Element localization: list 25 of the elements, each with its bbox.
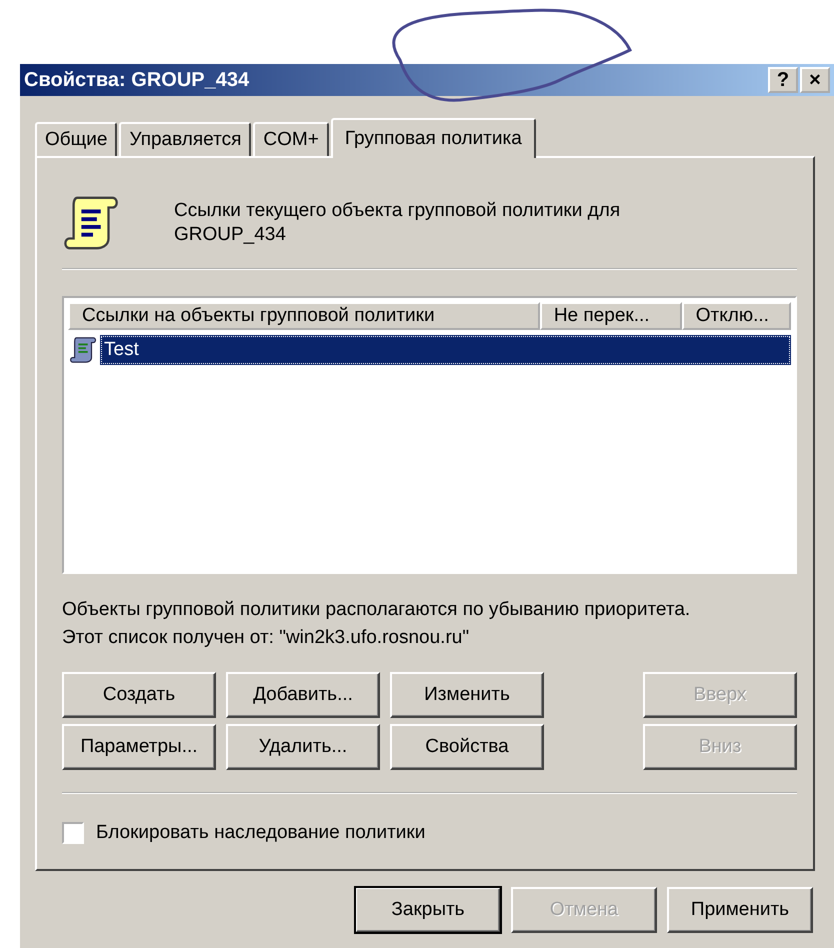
button[interactable]: Изменить [390,672,544,718]
button[interactable]: Удалить... [226,724,380,770]
header-text: Ссылки текущего объекта групповой политики для GROUP_434 [174,199,622,247]
tab[interactable]: COM+ [253,122,329,156]
button[interactable]: Закрыть [355,887,501,933]
window-title: Свойства: GROUP_434 [24,68,250,92]
column-header[interactable]: Не перек... [540,302,682,330]
title-bar-button[interactable]: × [800,67,830,93]
button[interactable]: Добавить... [226,672,380,718]
checkbox-label[interactable]: Блокировать наследование политики [96,822,426,844]
list-item[interactable]: Test [100,335,791,365]
checkbox[interactable] [62,822,84,844]
column-header[interactable]: Ссылки на объекты групповой политики [68,302,540,330]
tab[interactable]: Групповая политика [330,118,536,158]
column-header[interactable]: Отклю... [682,302,791,330]
tab[interactable]: Управляется [119,122,252,156]
links-list[interactable]: Ссылки на объекты групповой политики Не перек... Отклю... Test [62,296,797,574]
button[interactable]: Свойства [390,724,544,770]
button[interactable]: Создать [62,672,216,718]
title-bar-button[interactable]: ? [768,67,798,93]
button[interactable]: Параметры... [62,724,216,770]
tab[interactable]: Общие [35,122,118,156]
info-text: Этот список получен от: "win2k3.ufo.rosnou.ru" [62,626,470,650]
info-text: Объекты групповой политики располагаются по убыванию приоритета. [62,598,692,622]
button[interactable]: Применить [667,887,813,933]
